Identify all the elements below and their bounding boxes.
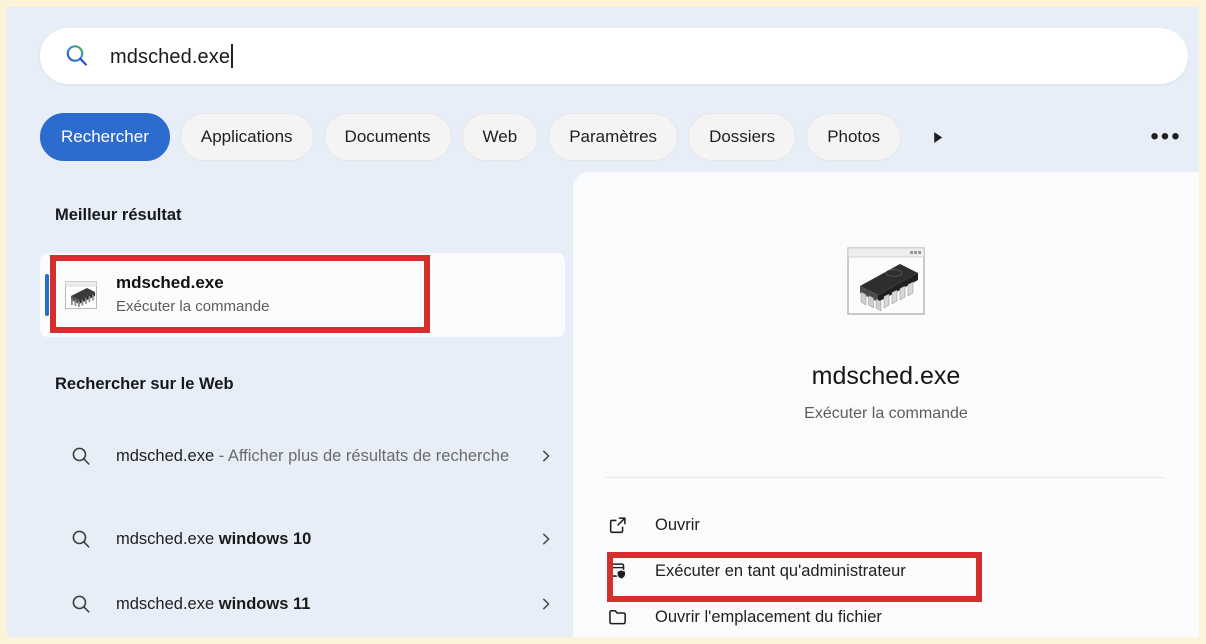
- search-icon: [64, 587, 98, 621]
- shield-admin-icon: [605, 558, 631, 584]
- search-input-value: mdsched.exe: [110, 46, 230, 68]
- tab-photos[interactable]: Photos: [806, 113, 901, 161]
- best-result-title: mdsched.exe: [116, 272, 269, 294]
- windows-search-panel: mdsched.exe Rechercher Applications Docu…: [7, 7, 1199, 637]
- search-input[interactable]: mdsched.exe: [110, 44, 233, 69]
- tab-label: Applications: [201, 127, 293, 147]
- web-result-suffix: - Afficher plus de résultats de recherch…: [214, 447, 509, 465]
- best-result-subtitle: Exécuter la commande: [116, 296, 269, 318]
- selection-indicator: [45, 274, 49, 316]
- search-box[interactable]: mdsched.exe: [40, 28, 1188, 84]
- divider: [605, 477, 1165, 478]
- best-result-item[interactable]: mdsched.exe Exécuter la commande: [40, 253, 565, 337]
- search-icon: [64, 439, 98, 473]
- action-label: Ouvrir: [655, 516, 700, 535]
- search-icon: [64, 522, 98, 556]
- tab-label: Paramètres: [569, 127, 657, 147]
- action-label: Exécuter en tant qu'administrateur: [655, 562, 906, 581]
- tab-rechercher[interactable]: Rechercher: [40, 113, 170, 161]
- web-result-query: mdsched.exe: [116, 595, 219, 613]
- action-list: Ouvrir Exécuter en tant qu'administrateu…: [573, 502, 1199, 637]
- results-column: Meilleur résultat: [7, 172, 573, 637]
- tab-web[interactable]: Web: [462, 113, 539, 161]
- preview-panel: mdsched.exe Exécuter la commande Ouvrir: [573, 172, 1199, 637]
- preview-title: mdsched.exe: [573, 362, 1199, 391]
- web-result-suffix: windows 11: [219, 595, 311, 613]
- external-link-icon: [605, 512, 631, 538]
- web-result-suffix: windows 10: [219, 530, 312, 548]
- tab-label: Dossiers: [709, 127, 775, 147]
- best-result-heading: Meilleur résultat: [55, 206, 182, 225]
- action-run-as-administrator[interactable]: Exécuter en tant qu'administrateur: [573, 548, 1199, 594]
- chevron-right-icon[interactable]: [531, 449, 561, 463]
- tab-dossiers[interactable]: Dossiers: [688, 113, 796, 161]
- ellipsis-icon: •••: [1150, 132, 1181, 142]
- web-result-query: mdsched.exe: [116, 530, 219, 548]
- overflow-menu-button[interactable]: •••: [1142, 112, 1190, 162]
- web-result-row[interactable]: mdsched.exe - Afficher plus de résultats…: [40, 420, 565, 492]
- tab-applications[interactable]: Applications: [180, 113, 314, 161]
- tab-label: Photos: [827, 127, 880, 147]
- preview-subtitle: Exécuter la commande: [573, 405, 1199, 423]
- chevron-right-icon[interactable]: [531, 532, 561, 546]
- best-result-text: mdsched.exe Exécuter la commande: [116, 272, 269, 318]
- web-result-row[interactable]: mdsched.exe windows 11: [40, 575, 565, 633]
- tab-parametres[interactable]: Paramètres: [548, 113, 678, 161]
- tab-label: Documents: [345, 127, 431, 147]
- web-result-query: mdsched.exe: [116, 447, 214, 465]
- action-open-file-location[interactable]: Ouvrir l'emplacement du fichier: [573, 594, 1199, 637]
- action-label: Ouvrir l'emplacement du fichier: [655, 608, 882, 627]
- tab-documents[interactable]: Documents: [324, 113, 452, 161]
- web-result-label: mdsched.exe windows 11: [116, 591, 531, 618]
- web-search-heading: Rechercher sur le Web: [55, 375, 234, 394]
- action-open[interactable]: Ouvrir: [573, 502, 1199, 548]
- text-caret: [231, 44, 233, 68]
- web-result-row[interactable]: mdsched.exe windows 10: [40, 510, 565, 568]
- filter-tab-bar: Rechercher Applications Documents Web Pa…: [40, 112, 957, 162]
- memory-chip-icon: [64, 278, 98, 312]
- web-result-label: mdsched.exe windows 10: [116, 526, 531, 553]
- web-result-label: mdsched.exe - Afficher plus de résultats…: [116, 443, 531, 470]
- tab-label: Web: [483, 127, 518, 147]
- memory-chip-icon: [846, 242, 926, 322]
- tab-label: Rechercher: [61, 127, 149, 147]
- folder-icon: [605, 604, 631, 630]
- chevron-right-icon[interactable]: [531, 597, 561, 611]
- play-triangle-icon[interactable]: [917, 113, 957, 161]
- search-icon: [64, 43, 90, 69]
